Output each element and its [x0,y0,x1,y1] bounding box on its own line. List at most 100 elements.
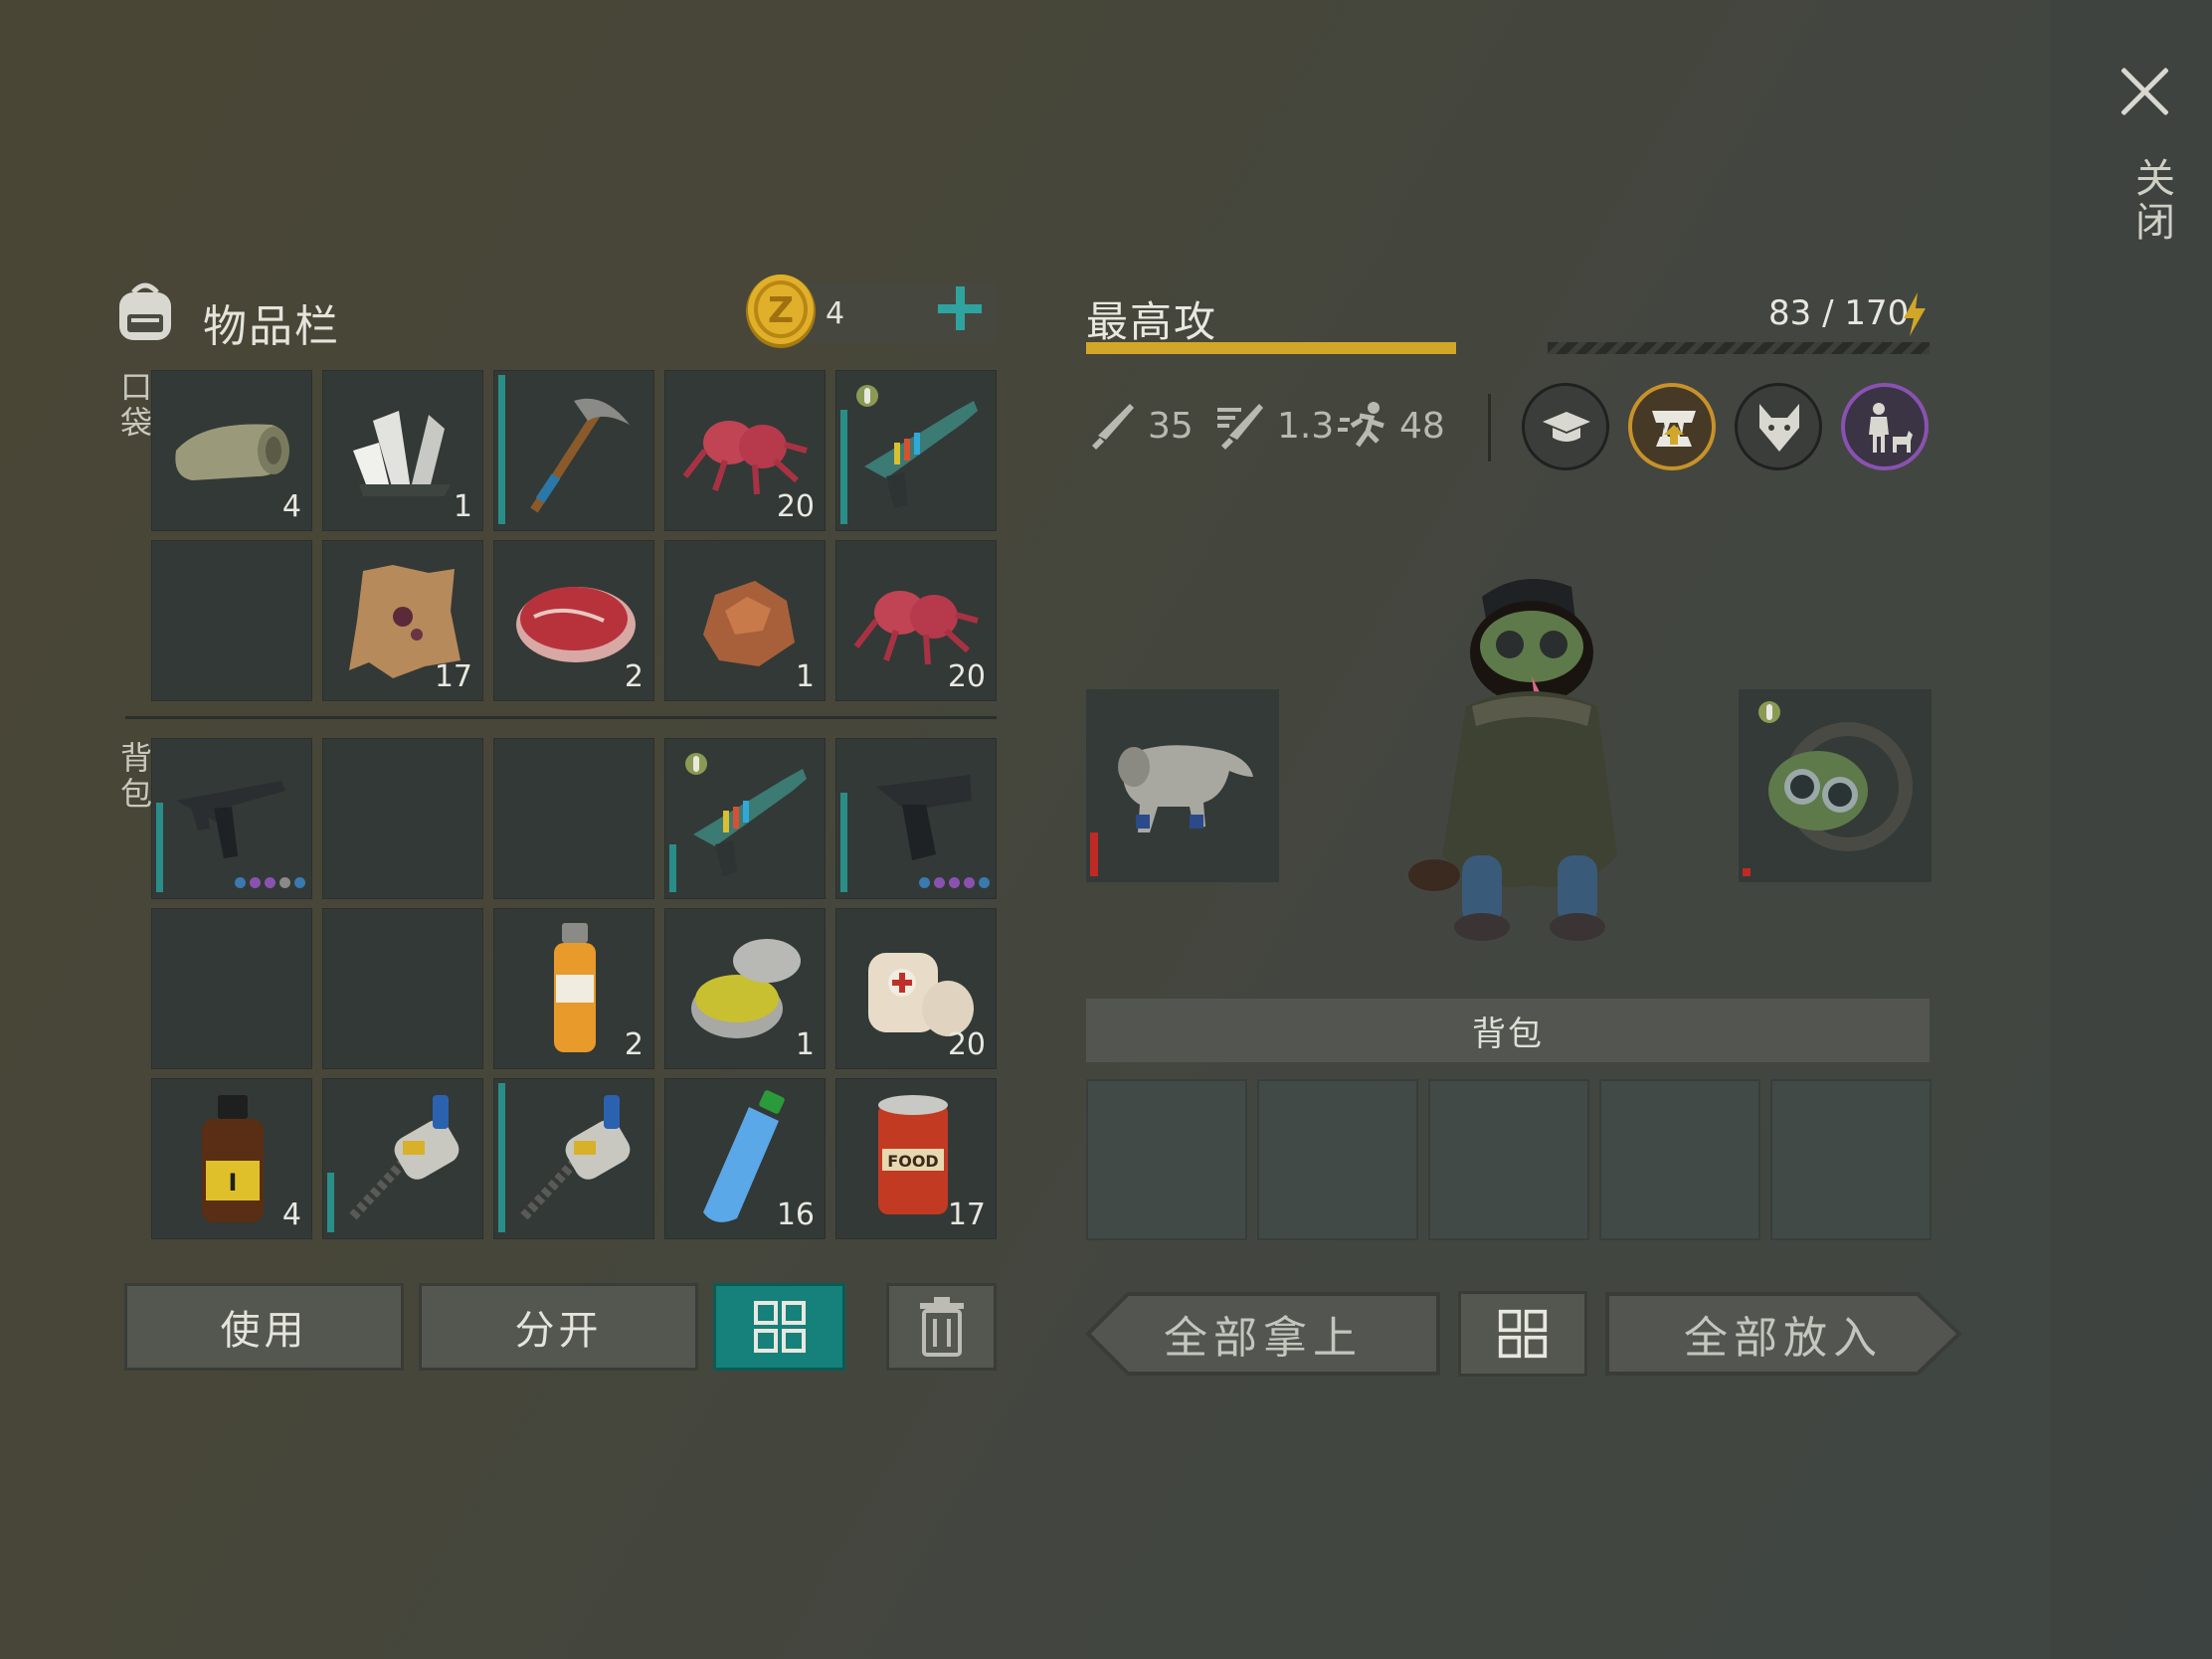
ability-companion[interactable] [1841,383,1929,470]
swift-sword-icon [1217,404,1263,450]
item-count: 2 [624,659,644,694]
stat-speed: 48 [1338,400,1445,452]
graduation-cap-icon [1543,412,1590,442]
inventory-slot[interactable] [151,738,312,899]
split-button[interactable]: 分开 [419,1283,698,1371]
inventory-slot[interactable]: 1 [664,540,826,701]
inventory-slot[interactable]: 17 [322,540,483,701]
item-count: 20 [947,659,986,694]
take-all-label: 全部拿上 [1164,1313,1363,1364]
inventory-slot[interactable]: 20 [835,908,997,1069]
pet-backpack-slot[interactable] [1599,1079,1760,1240]
ability-training[interactable] [1522,383,1609,470]
inventory-slot[interactable]: 20 [835,540,997,701]
pet-energy: 83 / 170 [1768,293,1910,333]
put-all-button[interactable]: 全部放入 [1603,1291,1963,1377]
inventory-slot[interactable] [493,1078,654,1239]
take-all-button[interactable]: 全部拿上 [1084,1291,1442,1377]
item-count: 1 [795,659,815,694]
pet-backpack-slot[interactable] [1428,1079,1589,1240]
item-count: 20 [947,1027,986,1062]
stat-attack: 35 [1086,400,1194,452]
coin-count: 4 [826,296,845,331]
item-count: 17 [947,1198,986,1232]
ability-wolf[interactable] [1735,383,1822,470]
inventory-slot[interactable] [322,1078,483,1239]
item-count: 17 [434,659,472,694]
inventory-slot[interactable]: 20 [664,370,826,531]
sword-icon [1092,404,1134,450]
inventory-slot[interactable]: 1 [322,370,483,531]
trash-icon [919,1297,964,1357]
use-button[interactable]: 使用 [124,1283,404,1371]
pickaxe-icon [530,398,630,513]
inventory-slot[interactable] [151,540,312,701]
pet-backpack-slot[interactable] [1086,1079,1247,1240]
item-count: 20 [776,489,815,524]
upgrade-dots [919,877,990,888]
inventory-slot[interactable]: 2 [493,540,654,701]
close-icon [2117,64,2172,119]
item-count: 4 [281,489,301,524]
upgrade-dots [235,877,305,888]
inventory-slot[interactable] [493,370,654,531]
pet-dog-image [1408,579,1617,941]
close-button[interactable]: 关闭 [2105,58,2176,257]
pet-backpack-slot[interactable] [1770,1079,1932,1240]
inventory-slot[interactable]: 16 [664,1078,826,1239]
inventory-slot[interactable] [322,738,483,899]
energy-bar-remaining [1548,342,1930,354]
inventory-slot[interactable] [322,908,483,1069]
pet-backpack-slots [1086,1079,1932,1240]
stat-attack-speed-value: 1.3 [1277,405,1335,447]
inventory-slot[interactable] [835,738,997,899]
running-icon [1338,402,1384,448]
fangs-upgrade-icon [1652,411,1696,447]
dog-suit-icon [1118,745,1253,832]
stat-attack-speed: 1.3 [1215,400,1334,452]
add-coins-button[interactable] [932,280,988,336]
energy-bar-fill [1086,342,1456,354]
stat-speed-value: 48 [1399,405,1445,447]
svg-text:I: I [229,1169,238,1197]
delete-button[interactable] [886,1283,997,1371]
pocket-grid: 4 1 20 17 2 1 20 [151,370,997,701]
equipment-slot-head[interactable] [1739,689,1932,882]
blaster-icon [693,769,807,876]
ability-fangs[interactable] [1628,383,1716,470]
inventory-slot[interactable] [493,738,654,899]
svg-text:Z: Z [768,290,794,331]
energy-bar [1086,342,1930,354]
inventory-slot[interactable]: 2 [493,908,654,1069]
inventory-title: 物品栏 [203,301,340,352]
inventory-slot[interactable]: 1 [664,908,826,1069]
stat-attack-value: 35 [1148,405,1194,447]
pet-backpack-label: 背包 [1472,1014,1544,1054]
equipment-slot-body[interactable] [1086,689,1279,882]
inventory-slot[interactable] [151,908,312,1069]
backpack-grid: 2 1 20 I 4 16 FOOD 17 [151,738,997,1239]
inventory-slot[interactable] [835,370,997,531]
item-count: 1 [453,489,472,524]
lightning-icon [1904,292,1926,336]
inventory-slot[interactable]: FOOD 17 [835,1078,997,1239]
stats-separator [1488,394,1491,461]
svg-text:FOOD: FOOD [887,1152,938,1171]
inventory-slot[interactable] [664,738,826,899]
person-with-dog-icon [1869,403,1913,453]
grid-icon [1498,1309,1548,1359]
drill-icon [349,1095,460,1220]
gas-mask-icon [1768,722,1913,851]
inventory-header: 物品栏 Z 4 [111,271,997,352]
durability-bar [1743,868,1751,876]
inventory-slot[interactable]: 4 [151,370,312,531]
coin-icon: Z [746,275,816,348]
pistol-icon [876,775,972,860]
sort-button[interactable] [713,1283,845,1371]
put-all-label: 全部放入 [1684,1313,1883,1364]
inventory-slot[interactable]: I 4 [151,1078,312,1239]
pet-sort-button[interactable] [1458,1291,1587,1377]
item-count: 16 [776,1198,815,1232]
item-count: 4 [281,1198,301,1232]
pet-backpack-slot[interactable] [1257,1079,1418,1240]
